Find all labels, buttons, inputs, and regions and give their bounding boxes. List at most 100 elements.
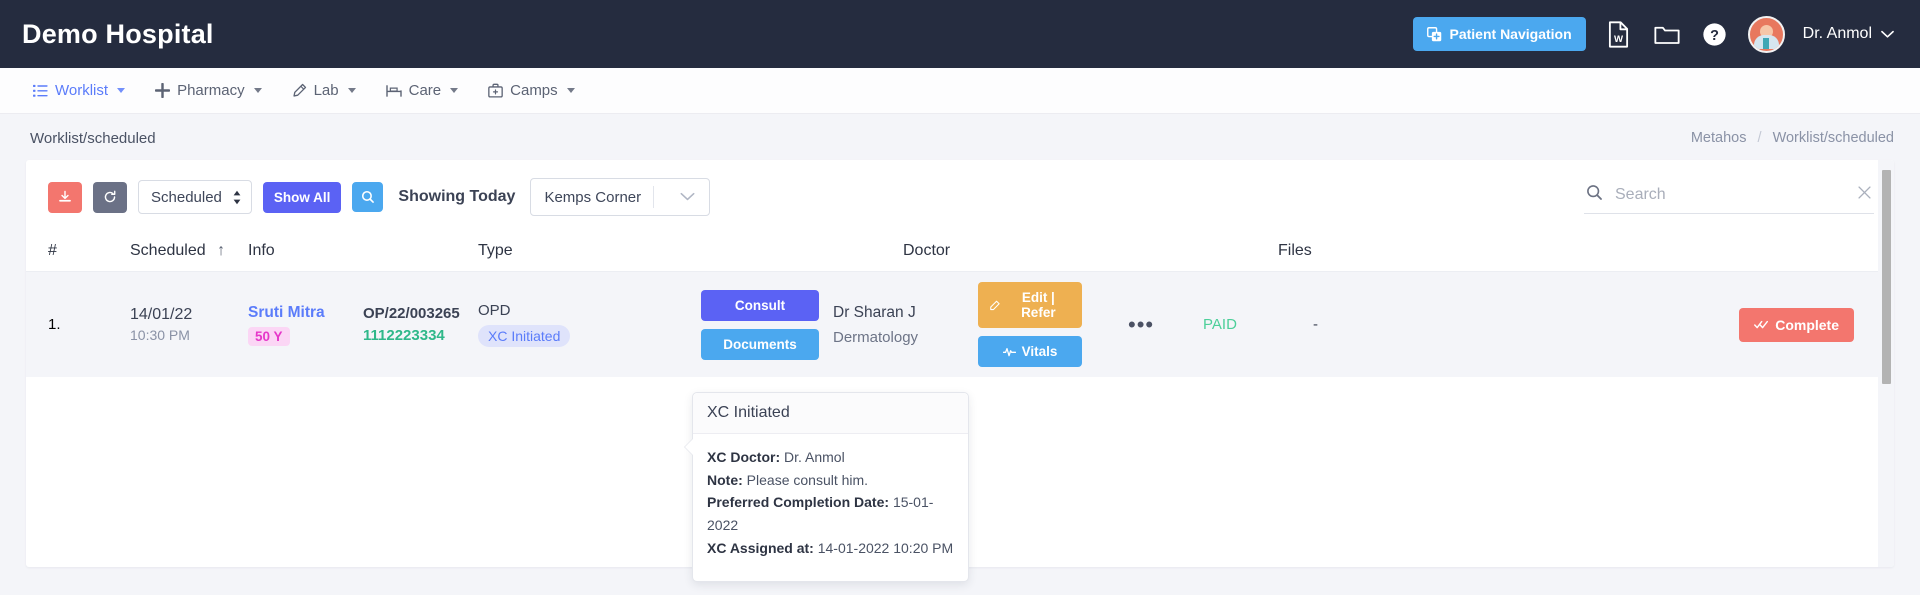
search-field-wrapper — [1584, 180, 1874, 214]
breadcrumb-bar: Worklist/scheduled Metahos / Worklist/sc… — [0, 114, 1920, 160]
scrollbar-thumb[interactable] — [1882, 170, 1891, 384]
menu-item-worklist[interactable]: Worklist — [22, 76, 136, 105]
ellipsis-icon[interactable]: ••• — [1128, 313, 1203, 335]
row-type: OPD XC Initiated — [478, 302, 583, 347]
select-spinner-icon — [232, 190, 242, 205]
documents-button[interactable]: Documents — [701, 328, 819, 360]
table-row: 1. 14/01/22 10:30 PM Sruti Mitra 50 Y OP… — [26, 272, 1894, 377]
menu-item-care-label: Care — [408, 82, 442, 99]
svg-text:W: W — [1614, 34, 1624, 45]
menu-item-camps-label: Camps — [510, 82, 558, 99]
tooltip-value-note: Please consult him. — [746, 471, 869, 488]
column-header-files: Files — [1278, 241, 1312, 259]
username-label: Dr. Anmol — [1802, 25, 1872, 42]
status-select[interactable]: Scheduled — [138, 180, 252, 214]
refresh-button[interactable] — [93, 181, 127, 213]
files-value: - — [1313, 316, 1318, 333]
menu-item-camps[interactable]: Camps — [477, 76, 586, 105]
row-more-cell: ••• — [1128, 313, 1203, 335]
status-tooltip: XC Initiated XC Doctor: Dr. Anmol Note: … — [684, 392, 969, 583]
pulse-icon — [1002, 347, 1016, 357]
scheduled-date: 14/01/22 — [130, 306, 193, 323]
patient-age-badge: 50 Y — [248, 326, 290, 346]
scrollbar-track[interactable] — [1878, 160, 1894, 567]
patient-navigation-button[interactable]: Patient Navigation — [1412, 17, 1586, 51]
menu-item-worklist-label: Worklist — [55, 82, 109, 99]
search-input[interactable] — [1613, 185, 1847, 205]
folder-icon[interactable] — [1652, 19, 1682, 49]
svg-text:?: ? — [1710, 27, 1719, 43]
status-badge[interactable]: XC Initiated — [478, 325, 571, 347]
complete-button[interactable]: Complete — [1739, 307, 1854, 342]
patient-navigation-label: Patient Navigation — [1449, 26, 1572, 42]
row-scheduled: 14/01/22 10:30 PM — [130, 306, 248, 343]
chevron-down-icon — [347, 88, 356, 93]
tooltip-row: Preferred Completion Date: 15-01-2022 — [707, 491, 954, 536]
status-select-value: Scheduled — [151, 188, 222, 206]
patient-navigation-icon — [1426, 26, 1442, 42]
patient-name-link[interactable]: Sruti Mitra — [248, 304, 363, 322]
tooltip-label-xc-assigned-at: XC Assigned at: — [707, 539, 814, 556]
edit-icon — [990, 300, 1000, 311]
search-submit-button[interactable] — [352, 182, 384, 212]
doctor-speciality: Dermatology — [833, 328, 919, 346]
vitals-button[interactable]: Vitals — [978, 336, 1082, 367]
brand-title: Demo Hospital — [22, 18, 214, 49]
row-primary-actions: Consult Documents — [583, 289, 833, 360]
page-container: Worklist/scheduled Metahos / Worklist/sc… — [0, 114, 1920, 595]
consult-button[interactable]: Consult — [701, 289, 819, 321]
chevron-down-icon — [450, 88, 459, 93]
page-title: Worklist/scheduled — [30, 129, 156, 147]
download-button[interactable] — [48, 181, 82, 213]
avatar[interactable] — [1747, 15, 1785, 53]
showing-today-label: Showing Today — [398, 188, 516, 205]
word-document-icon[interactable]: W — [1604, 19, 1634, 49]
chevron-down-icon — [253, 88, 262, 93]
pipette-icon — [293, 83, 306, 97]
chevron-down-icon — [566, 88, 575, 93]
plus-icon — [155, 83, 171, 98]
tooltip-label-preferred-completion-date: Preferred Completion Date: — [707, 494, 890, 511]
tooltip-row: XC Doctor: Dr. Anmol — [707, 446, 954, 469]
row-index: 1. — [48, 316, 61, 333]
top-navbar: Demo Hospital Patient Navigation W ? Dr.… — [0, 0, 1920, 68]
main-menubar: Worklist Pharmacy Lab Care Camps — [0, 68, 1920, 114]
visit-type: OPD — [478, 302, 511, 319]
tooltip-value-xc-assigned-at: 14-01-2022 10:20 PM — [817, 539, 954, 556]
breadcrumb-current: Worklist/scheduled — [1772, 130, 1894, 146]
tooltip-arrow — [685, 439, 693, 455]
menu-item-care[interactable]: Care — [375, 76, 470, 105]
scheduled-time: 10:30 PM — [130, 327, 190, 343]
tooltip-label-note: Note: — [707, 471, 743, 488]
help-circle-icon[interactable]: ? — [1700, 19, 1730, 49]
patient-uid: OP/22/003265 — [363, 305, 460, 322]
breadcrumb-root[interactable]: Metahos — [1691, 130, 1747, 146]
breadcrumb-separator: / — [1757, 130, 1762, 146]
worklist-toolbar: Scheduled Show All Showing Today Kemps C… — [26, 160, 1894, 230]
download-icon — [59, 190, 71, 202]
menu-item-pharmacy[interactable]: Pharmacy — [144, 76, 273, 105]
row-payment: PAID — [1203, 316, 1313, 333]
complete-label: Complete — [1775, 316, 1839, 333]
column-header-info: Info — [248, 241, 275, 259]
menu-item-lab-label: Lab — [313, 82, 339, 99]
payment-status-badge: PAID — [1203, 316, 1237, 333]
column-header-doctor: Doctor — [903, 241, 951, 259]
tooltip-row: Note: Please consult him. — [707, 469, 954, 492]
column-header-scheduled[interactable]: Scheduled ↑ — [130, 242, 248, 260]
user-menu[interactable]: Dr. Anmol — [1803, 25, 1894, 43]
show-all-button[interactable]: Show All — [262, 181, 342, 213]
clear-search-icon[interactable] — [1857, 185, 1872, 205]
row-identifiers: OP/22/003265 1112223334 — [363, 305, 478, 344]
briefcase-medical-icon — [488, 83, 503, 98]
row-secondary-actions: Edit | Refer Vitals — [978, 282, 1128, 367]
refresh-icon — [104, 190, 116, 203]
tooltip-title: XC Initiated — [693, 393, 968, 434]
table-header: # Scheduled ↑ Info Type Doctor Files — [26, 230, 1894, 272]
search-icon — [1586, 184, 1603, 206]
topbar-actions: Patient Navigation W ? Dr. Anmol — [1412, 15, 1895, 53]
patient-phone: 1112223334 — [363, 327, 445, 344]
edit-refer-button[interactable]: Edit | Refer — [978, 282, 1082, 328]
menu-item-lab[interactable]: Lab — [281, 76, 367, 105]
location-select[interactable]: Kemps Corner — [530, 178, 711, 216]
